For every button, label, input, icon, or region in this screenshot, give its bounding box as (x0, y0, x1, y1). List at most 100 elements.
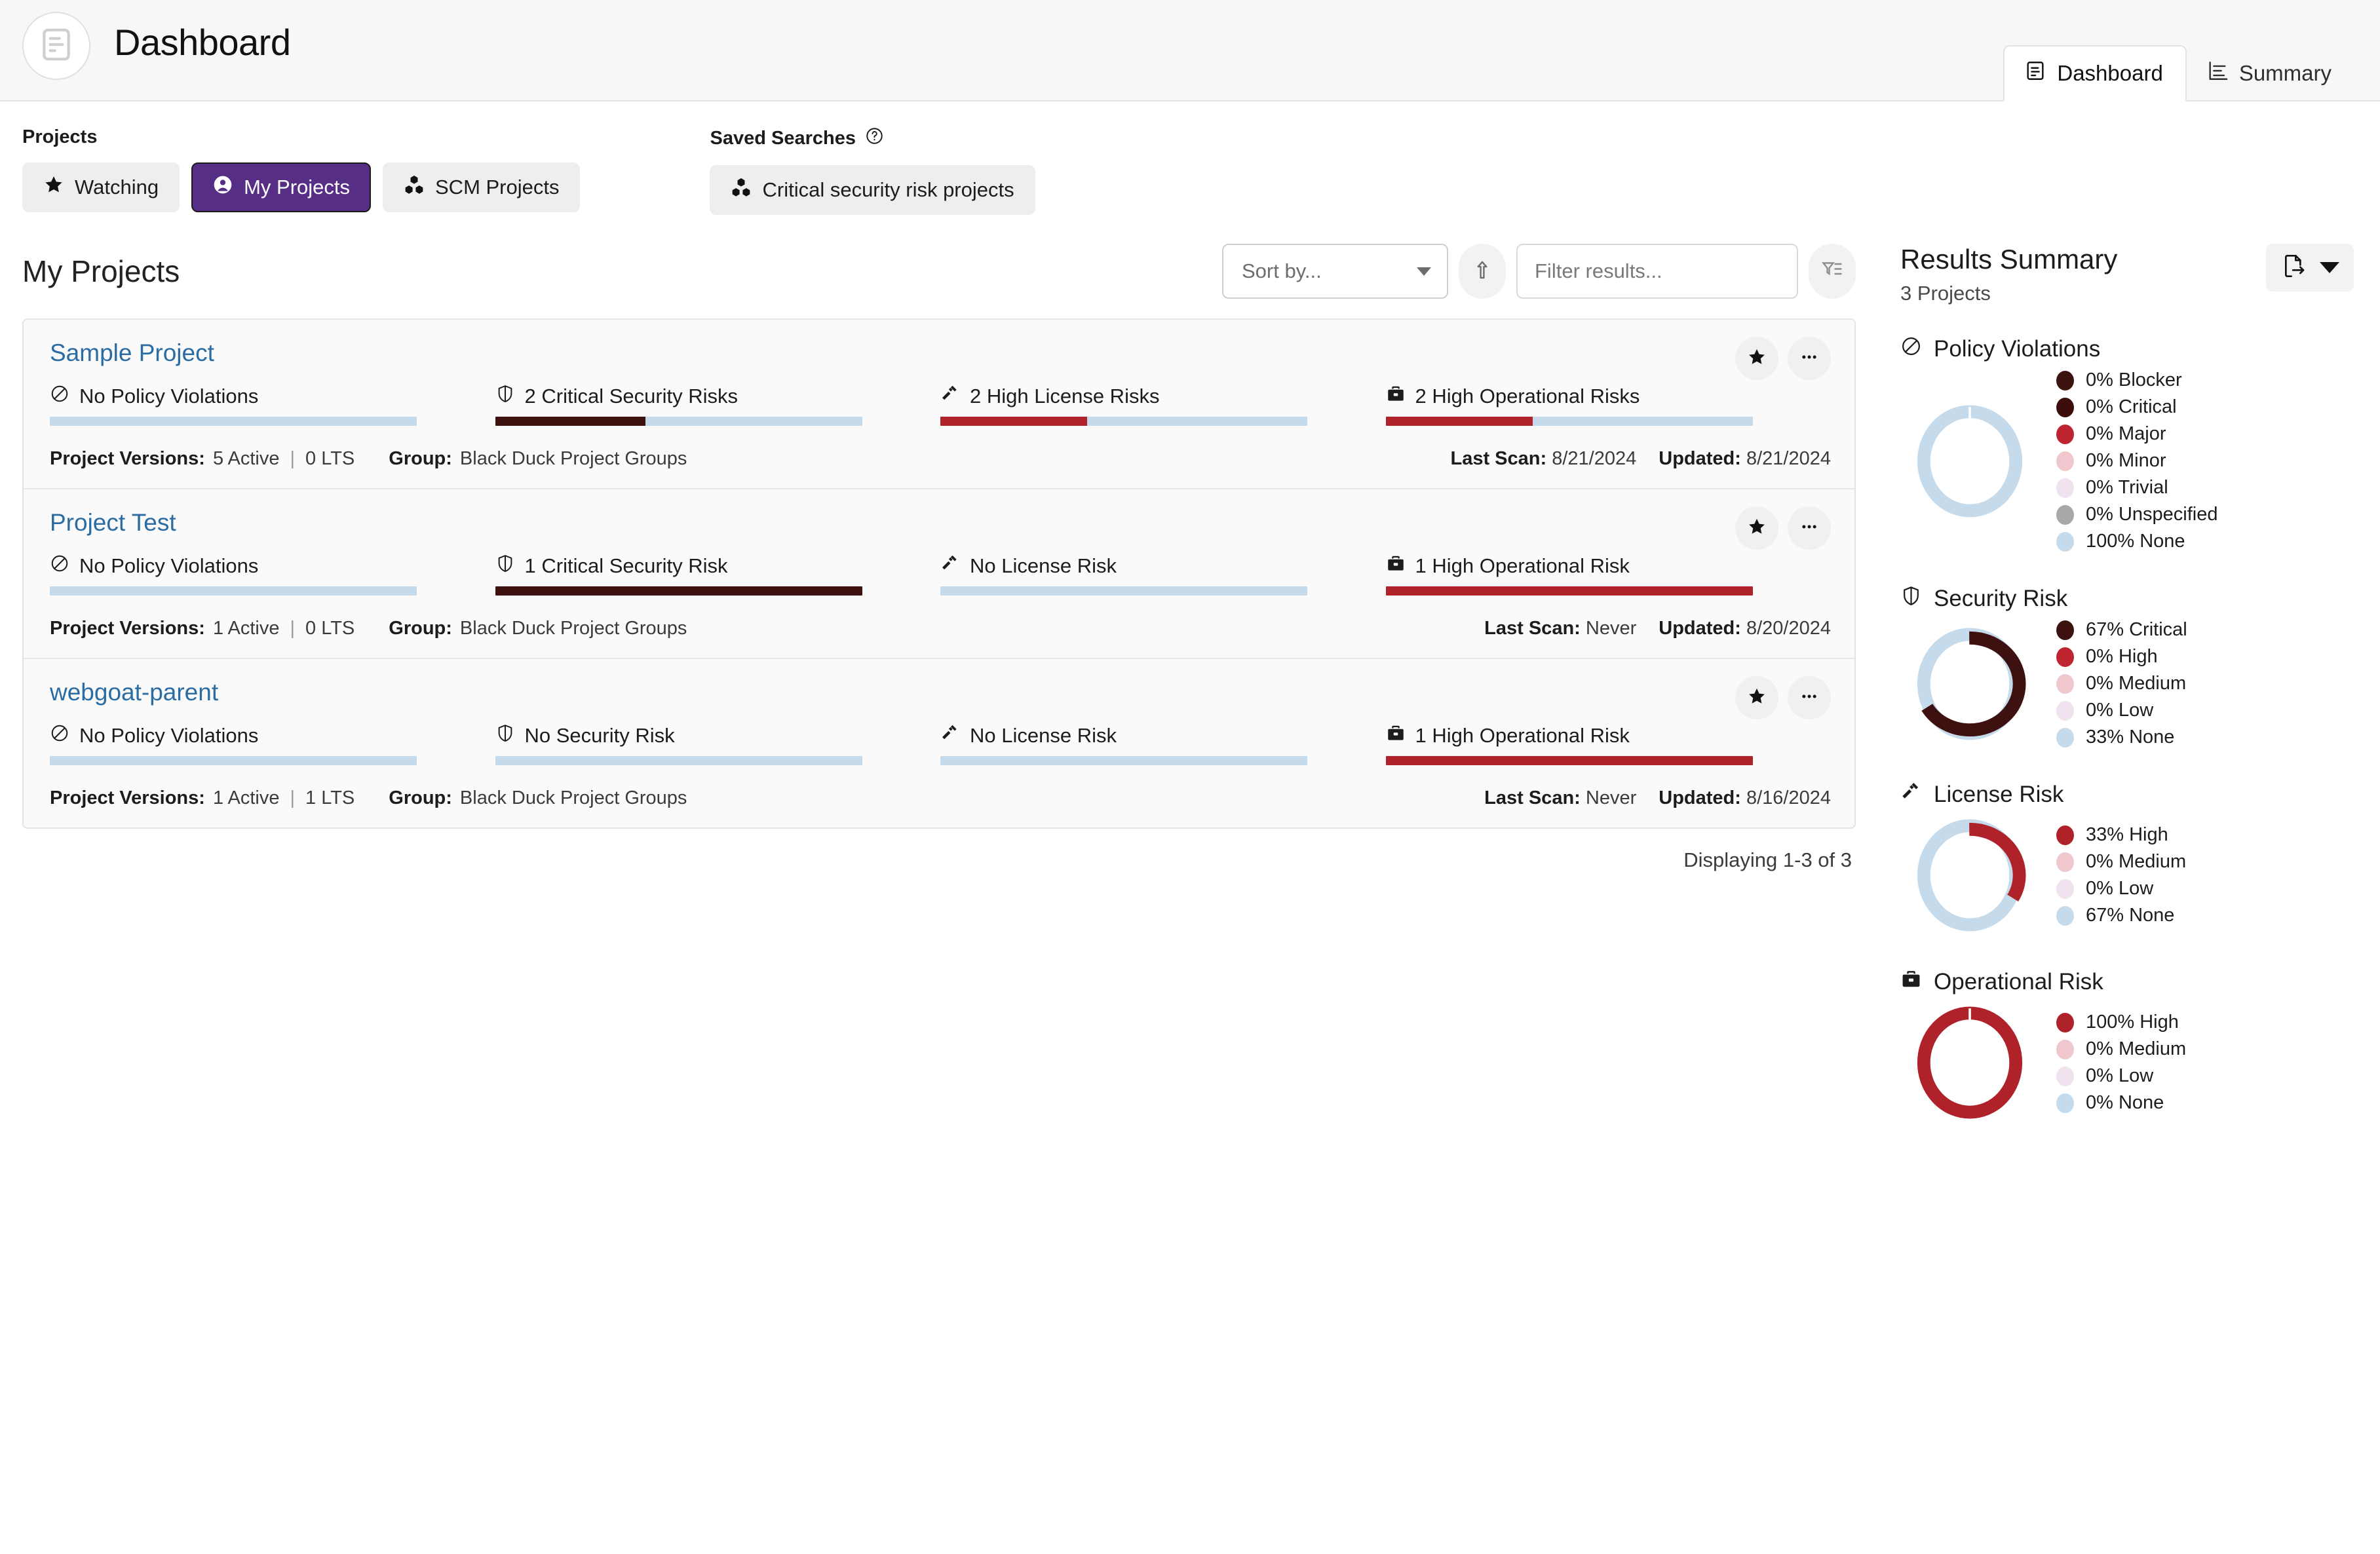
question-circle-icon[interactable] (865, 126, 884, 151)
chevron-down-icon (1417, 267, 1431, 276)
metric-policy-violations: No Policy Violations (50, 554, 495, 596)
chart-policy-violations: Policy Violations 0% Blocker 0% Critical… (1900, 335, 2354, 555)
body: My Projects Sort by... Filter results...… (0, 215, 2380, 1126)
project-card[interactable]: Project Test No Policy Violations 1 Crit… (24, 489, 1854, 659)
chip-my-projects[interactable]: My Projects (191, 162, 371, 212)
pagination-status: Displaying 1-3 of 3 (1683, 848, 1852, 871)
watch-star-button[interactable] (1735, 337, 1778, 380)
summary-subtitle: 3 Projects (1900, 282, 1991, 305)
watch-star-button[interactable] (1735, 676, 1778, 719)
metric-bar (1385, 756, 1753, 765)
shield-icon (1900, 585, 1922, 613)
project-list: Sample Project No Policy Violations 2 Cr… (22, 318, 1856, 829)
metric-bar (1385, 586, 1753, 596)
versions-separator: | (290, 448, 296, 469)
legend-item: 100% None (2056, 528, 2218, 555)
metric-label: 2 Critical Security Risks (524, 385, 739, 407)
versions-lts: 1 LTS (305, 787, 355, 808)
donut-row: 33% High 0% Medium 0% Low 67% None (1900, 812, 2354, 938)
shield-icon (495, 723, 515, 748)
sort-by-value: Sort by... (1242, 259, 1322, 282)
chip-scm-projects[interactable]: SCM Projects (383, 162, 581, 212)
legend-item: 0% Unspecified (2056, 501, 2218, 528)
tab-dashboard[interactable]: Dashboard (2003, 45, 2187, 102)
legend-swatch (2056, 531, 2074, 552)
legend-swatch (2056, 397, 2074, 417)
legend-item: 0% Low (2056, 875, 2186, 902)
projects-toolbar: My Projects Sort by... (22, 244, 1856, 299)
metric-label: No Policy Violations (79, 724, 259, 747)
versions-lts: 0 LTS (305, 618, 355, 639)
project-name-link[interactable]: Project Test (50, 509, 176, 537)
last-scan-value: Never (1585, 618, 1637, 639)
sort-by-select[interactable]: Sort by... (1222, 244, 1448, 299)
donut-chart (1913, 628, 2026, 740)
chip-watching[interactable]: Watching (22, 162, 180, 212)
app-header: Dashboard Dashboard Summary (0, 0, 2380, 102)
chip-saved-search-label: Critical security risk projects (762, 178, 1014, 201)
legend-label: 0% Trivial (2086, 477, 2168, 498)
legend-swatch (2056, 1012, 2074, 1033)
ellipsis-icon (1799, 687, 1819, 710)
legend-item: 0% Critical (2056, 394, 2218, 421)
legend-item: 0% Trivial (2056, 474, 2218, 501)
legend-label: 0% Low (2086, 1065, 2154, 1086)
more-options-button[interactable] (1788, 676, 1831, 719)
updated-label: Updated: (1659, 787, 1741, 808)
tab-dashboard-label: Dashboard (2057, 61, 2163, 85)
last-scan-value: Never (1585, 787, 1637, 808)
group-label: Group: (389, 787, 452, 808)
chart-title: Policy Violations (1934, 336, 2101, 362)
filter-results-input[interactable] (1516, 244, 1798, 299)
export-button[interactable] (2266, 244, 2354, 292)
chart-legend: 67% Critical 0% High 0% Medium 0% Low 33… (2056, 616, 2187, 751)
summary-header: Results Summary 3 Projects (1900, 244, 2354, 305)
more-options-button[interactable] (1788, 506, 1831, 550)
gavel-icon (1900, 781, 1922, 808)
updated-value: 8/21/2024 (1746, 448, 1831, 469)
legend-label: 0% Critical (2086, 396, 2177, 417)
metric-operational-risk: 2 High Operational Risks (1385, 384, 1832, 426)
ellipsis-icon (1799, 517, 1819, 540)
project-metrics: No Policy Violations 1 Critical Security… (50, 554, 1831, 596)
versions-active: 1 Active (212, 787, 280, 808)
chart-title: License Risk (1934, 782, 2064, 807)
advanced-filter-button[interactable] (1809, 244, 1856, 299)
project-name-link[interactable]: Sample Project (50, 339, 214, 367)
project-card[interactable]: webgoat-parent No Policy Violations No S… (24, 659, 1854, 827)
chart-title-row: Policy Violations (1900, 335, 2354, 363)
tab-summary[interactable]: Summary (2187, 47, 2354, 100)
arrow-up-icon (1471, 259, 1493, 284)
more-options-button[interactable] (1788, 337, 1831, 380)
legend-item: 0% Medium (2056, 670, 2187, 697)
no-policy-icon (1900, 335, 1922, 363)
no-policy-icon (50, 723, 69, 748)
sort-direction-button[interactable] (1459, 244, 1506, 299)
chip-critical-security-risk-projects[interactable]: Critical security risk projects (710, 165, 1035, 215)
legend-swatch (2056, 825, 2074, 845)
chart-title: Security Risk (1934, 586, 2068, 611)
legend-label: 0% Low (2086, 700, 2154, 721)
metric-bar (495, 417, 862, 426)
metric-bar (50, 756, 417, 765)
last-scan-label: Last Scan: (1450, 448, 1547, 469)
group-value: Black Duck Project Groups (459, 787, 687, 808)
chart-title-row: Operational Risk (1900, 968, 2354, 996)
versions-active: 5 Active (212, 448, 280, 469)
metric-bar-fill (940, 417, 1087, 426)
legend-item: 0% None (2056, 1090, 2186, 1116)
briefcase-icon (1386, 384, 1406, 409)
donut-row: 0% Blocker 0% Critical 0% Major 0% Minor… (1900, 367, 2354, 555)
project-card[interactable]: Sample Project No Policy Violations 2 Cr… (24, 320, 1854, 489)
metric-label: No Security Risk (524, 724, 675, 747)
star-icon (1747, 687, 1767, 710)
watch-star-button[interactable] (1735, 506, 1778, 550)
updated-label: Updated: (1659, 618, 1741, 639)
project-name-link[interactable]: webgoat-parent (50, 679, 218, 706)
last-scan-label: Last Scan: (1484, 618, 1581, 639)
document-list-icon (2024, 60, 2046, 87)
metric-license-risk: No License Risk (940, 723, 1386, 765)
project-metrics: No Policy Violations 2 Critical Security… (50, 384, 1831, 426)
metric-bar (50, 417, 417, 426)
legend-swatch (2056, 700, 2074, 721)
